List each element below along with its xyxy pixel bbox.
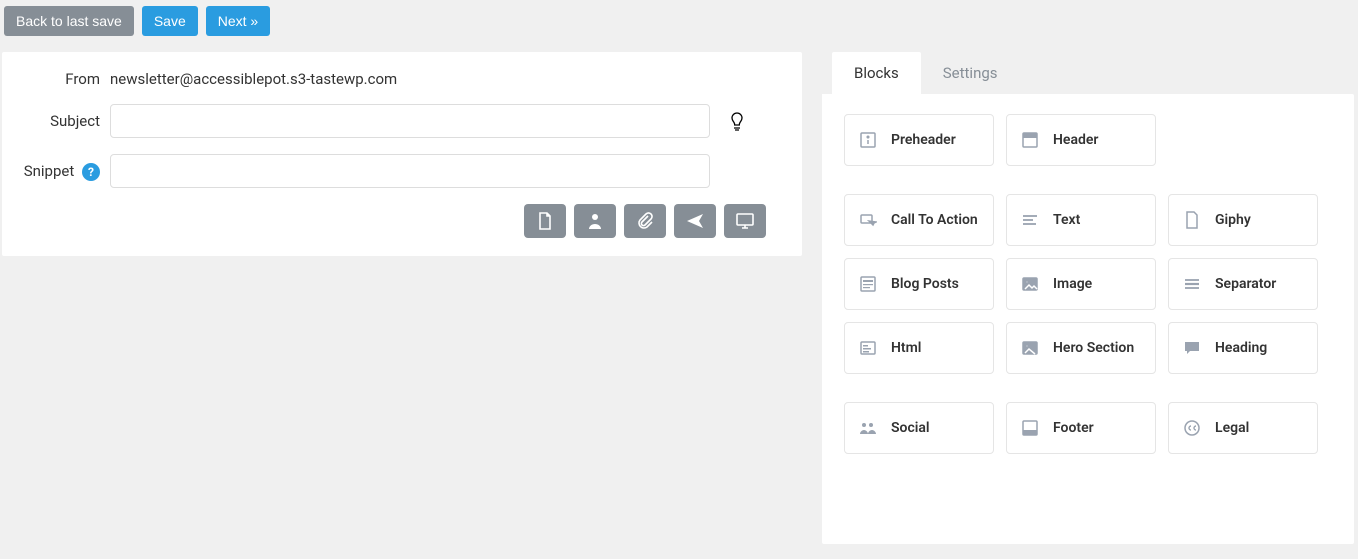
tab-blocks[interactable]: Blocks (832, 52, 921, 94)
block-label: Hero Section (1053, 340, 1134, 356)
block-label: Social (891, 420, 930, 436)
block-label: Heading (1215, 340, 1267, 356)
block-label: Blog Posts (891, 276, 959, 292)
users-icon (859, 419, 877, 437)
back-button[interactable]: Back to last save (4, 6, 134, 36)
post-icon (859, 275, 877, 293)
block-label: Giphy (1215, 212, 1251, 228)
lightbulb-icon[interactable] (728, 110, 746, 132)
block-separator[interactable]: Separator (1168, 258, 1318, 310)
code-icon (859, 339, 877, 357)
info-box-icon (859, 131, 877, 149)
block-label: Legal (1215, 420, 1249, 436)
hero-icon (1021, 339, 1039, 357)
from-value: newsletter@accessiblepot.s3-tastewp.com (110, 70, 780, 88)
from-label: From (2, 70, 110, 88)
block-hero-section[interactable]: Hero Section (1006, 322, 1156, 374)
desktop-icon-button[interactable] (724, 204, 766, 238)
block-heading[interactable]: Heading (1168, 322, 1318, 374)
lines-icon (1021, 211, 1039, 229)
block-label: Text (1053, 212, 1080, 228)
help-icon[interactable]: ? (82, 163, 100, 181)
block-blog-posts[interactable]: Blog Posts (844, 258, 994, 310)
separator-icon (1183, 275, 1201, 293)
block-label: Html (891, 340, 921, 356)
cc-icon (1183, 419, 1201, 437)
next-button[interactable]: Next » (206, 6, 270, 36)
block-label: Footer (1053, 420, 1094, 436)
block-text[interactable]: Text (1006, 194, 1156, 246)
tab-settings[interactable]: Settings (921, 52, 1020, 94)
snippet-label: Snippet ? (2, 162, 110, 181)
layout-footer-icon (1021, 419, 1039, 437)
block-call-to-action[interactable]: Call To Action (844, 194, 994, 246)
save-button[interactable]: Save (142, 6, 198, 36)
block-label: Image (1053, 276, 1092, 292)
snippet-input[interactable] (110, 154, 710, 188)
block-header[interactable]: Header (1006, 114, 1156, 166)
block-image[interactable]: Image (1006, 258, 1156, 310)
block-label: Separator (1215, 276, 1276, 292)
block-preheader[interactable]: Preheader (844, 114, 994, 166)
subject-input[interactable] (110, 104, 710, 138)
cursor-icon (859, 211, 877, 229)
user-icon-button[interactable] (574, 204, 616, 238)
file-icon (1183, 211, 1201, 229)
attachment-icon-button[interactable] (624, 204, 666, 238)
file-icon-button[interactable] (524, 204, 566, 238)
tabs: Blocks Settings (822, 52, 1354, 94)
image-icon (1021, 275, 1039, 293)
send-icon-button[interactable] (674, 204, 716, 238)
email-form-card: From newsletter@accessiblepot.s3-tastewp… (2, 52, 802, 256)
block-social[interactable]: Social (844, 402, 994, 454)
block-footer[interactable]: Footer (1006, 402, 1156, 454)
top-toolbar: Back to last save Save Next » (0, 0, 1358, 42)
block-label: Preheader (891, 132, 956, 148)
block-html[interactable]: Html (844, 322, 994, 374)
comment-icon (1183, 339, 1201, 357)
block-label: Call To Action (891, 212, 978, 228)
layout-header-icon (1021, 131, 1039, 149)
subject-label: Subject (2, 112, 110, 130)
block-label: Header (1053, 132, 1098, 148)
block-giphy[interactable]: Giphy (1168, 194, 1318, 246)
block-legal[interactable]: Legal (1168, 402, 1318, 454)
